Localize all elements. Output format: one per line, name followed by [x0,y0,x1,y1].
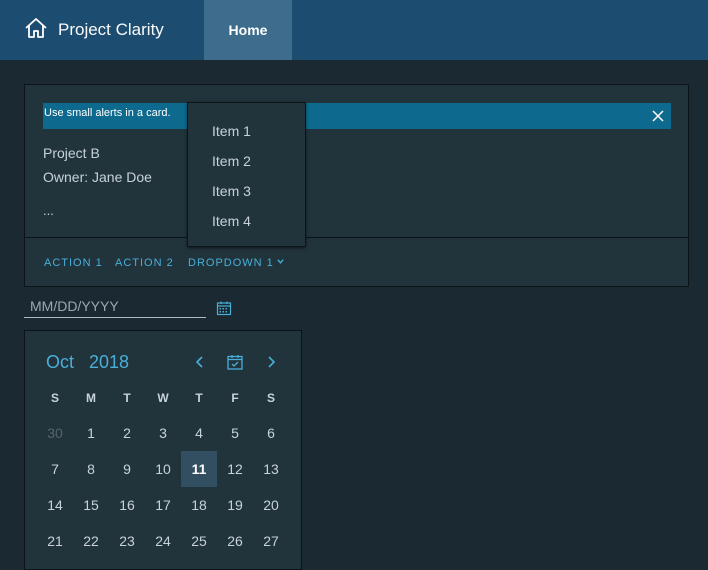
project-name: Project B [43,145,100,161]
weekday-label: F [231,391,239,405]
project-card: Use small alerts in a card. Project B Ow… [24,84,689,287]
calendar-day[interactable]: 15 [73,487,109,523]
action-1-button[interactable]: ACTION 1 [44,257,103,269]
calendar-day[interactable]: 9 [109,451,145,487]
dropdown-1-button[interactable]: DROPDOWN 1 [188,257,285,269]
calendar-day[interactable]: 4 [181,415,217,451]
action-2-button[interactable]: ACTION 2 [115,257,174,269]
weekday-label: S [266,391,275,405]
calendar-day[interactable]: 3 [145,415,181,451]
home-icon [24,16,48,45]
card-alert: Use small alerts in a card. [43,103,671,129]
calendar-day[interactable]: 2 [109,415,145,451]
weekday-label: M [86,391,96,405]
weekday-label: W [157,391,169,405]
alert-text: Use small alerts in a card. [44,107,171,119]
calendar-month-button[interactable]: Oct [46,352,74,373]
chevron-left-icon[interactable] [191,353,209,371]
calendar-day[interactable]: 12 [217,451,253,487]
calendar-day[interactable]: 18 [181,487,217,523]
card-ellipsis: ... [43,203,54,218]
calendar-day[interactable]: 20 [253,487,289,523]
project-owner: Owner: Jane Doe [43,169,152,185]
calendar-popover: Oct 2018 S M T W T F S 30 1 2 3 4 5 6 7 … [24,330,302,570]
calendar-day[interactable]: 8 [73,451,109,487]
calendar-day[interactable]: 1 [73,415,109,451]
calendar-day[interactable]: 30 [37,415,73,451]
nav-home-tab[interactable]: Home [204,0,292,60]
menu-item-4[interactable]: Item 4 [212,213,251,229]
weekday-label: T [195,391,203,405]
weekday-label: S [50,391,59,405]
calendar-day[interactable]: 17 [145,487,181,523]
calendar-day[interactable]: 16 [109,487,145,523]
weekday-label: T [123,391,131,405]
card-footer: ACTION 1 ACTION 2 DROPDOWN 1 [25,237,688,287]
menu-item-2[interactable]: Item 2 [212,153,251,169]
date-input[interactable]: MM/DD/YYYY [24,296,206,318]
close-icon[interactable] [651,109,665,123]
calendar-day[interactable]: 14 [37,487,73,523]
calendar-icon[interactable] [216,300,232,316]
menu-item-1[interactable]: Item 1 [212,123,251,139]
app-title: Project Clarity [58,20,164,39]
calendar-day[interactable]: 7 [37,451,73,487]
calendar-day[interactable]: 19 [217,487,253,523]
calendar-day[interactable]: 13 [253,451,289,487]
app-header: Project Clarity Home [0,0,708,60]
dropdown-1-label: DROPDOWN 1 [188,257,274,269]
calendar-check-icon[interactable] [226,353,244,371]
brand[interactable]: Project Clarity [24,16,164,44]
calendar-day[interactable]: 10 [145,451,181,487]
menu-item-3[interactable]: Item 3 [212,183,251,199]
dropdown-menu: Item 1 Item 2 Item 3 Item 4 [187,102,306,247]
calendar-day[interactable]: 5 [217,415,253,451]
chevron-down-icon [274,257,285,269]
calendar-day-today[interactable]: 11 [181,451,217,487]
calendar-year-button[interactable]: 2018 [89,352,129,373]
chevron-right-icon[interactable] [262,353,280,371]
calendar-day[interactable]: 6 [253,415,289,451]
